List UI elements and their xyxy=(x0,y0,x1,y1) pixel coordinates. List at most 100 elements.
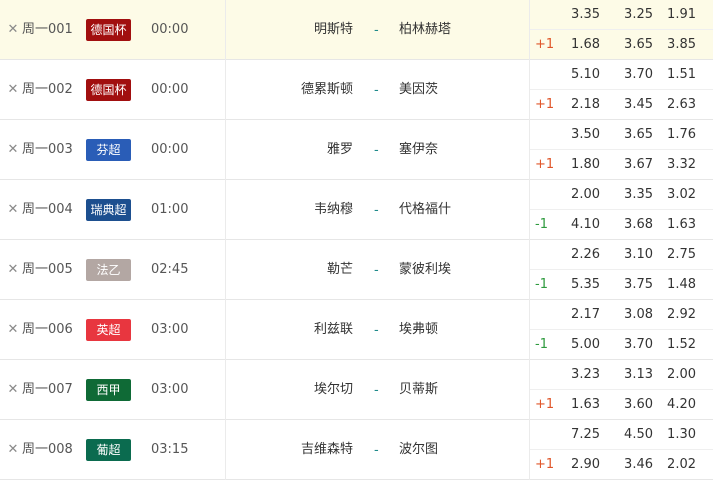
close-icon[interactable]: ✕ xyxy=(6,180,20,240)
odds-home-win[interactable]: 2.26 xyxy=(556,240,600,270)
league-badge[interactable]: 德国杯 xyxy=(86,79,131,101)
match-list: ✕ 周一001 德国杯 00:00 明斯特 - 柏林赫塔 3.35 3.25 1… xyxy=(0,0,713,480)
home-team[interactable]: 勒芒 xyxy=(327,240,353,300)
home-team[interactable]: 雅罗 xyxy=(327,120,353,180)
odds-home-win[interactable]: 5.10 xyxy=(556,60,600,90)
handicap-odds-draw[interactable]: 3.46 xyxy=(609,450,653,480)
handicap-odds-draw[interactable]: 3.45 xyxy=(609,90,653,120)
league-badge[interactable]: 瑞典超 xyxy=(86,199,131,221)
handicap-odds-away-win[interactable]: 2.02 xyxy=(652,450,696,480)
close-icon[interactable]: ✕ xyxy=(6,60,20,120)
home-team[interactable]: 利兹联 xyxy=(314,300,353,360)
odds-cell: 2.26 3.10 2.75 -1 5.35 3.75 1.48 xyxy=(530,240,713,300)
odds-draw[interactable]: 3.13 xyxy=(609,360,653,390)
handicap-odds-home-win[interactable]: 1.63 xyxy=(556,390,600,420)
home-team[interactable]: 埃尔切 xyxy=(314,360,353,420)
handicap-odds-away-win[interactable]: 3.32 xyxy=(652,150,696,180)
close-icon[interactable]: ✕ xyxy=(6,420,20,480)
handicap-odds-away-win[interactable]: 3.85 xyxy=(652,30,696,60)
vs-dash: - xyxy=(374,203,379,218)
handicap-odds-home-win[interactable]: 5.35 xyxy=(556,270,600,300)
handicap-odds-draw[interactable]: 3.70 xyxy=(609,330,653,360)
odds-away-win[interactable]: 2.00 xyxy=(652,360,696,390)
teams-cell: 勒芒 - 蒙彼利埃 xyxy=(225,240,530,300)
handicap-value: -1 xyxy=(535,217,548,232)
match-time: 00:00 xyxy=(151,22,189,37)
handicap-odds-home-win[interactable]: 5.00 xyxy=(556,330,600,360)
odds-cell: 2.00 3.35 3.02 -1 4.10 3.68 1.63 xyxy=(530,180,713,240)
home-team[interactable]: 吉维森特 xyxy=(301,420,353,480)
away-team[interactable]: 贝蒂斯 xyxy=(399,360,438,420)
teams-cell: 韦纳穆 - 代格福什 xyxy=(225,180,530,240)
close-icon[interactable]: ✕ xyxy=(6,360,20,420)
close-icon[interactable]: ✕ xyxy=(6,240,20,300)
odds-line: 2.00 3.35 3.02 xyxy=(530,180,713,210)
away-team[interactable]: 波尔图 xyxy=(399,420,438,480)
close-icon[interactable]: ✕ xyxy=(6,0,20,60)
home-team[interactable]: 德累斯顿 xyxy=(301,60,353,120)
away-team[interactable]: 埃弗顿 xyxy=(399,300,438,360)
match-number: 周一004 xyxy=(22,202,73,217)
match-number: 周一003 xyxy=(22,142,73,157)
handicap-odds-home-win[interactable]: 1.68 xyxy=(556,30,600,60)
match-row: ✕ 周一003 芬超 00:00 雅罗 - 塞伊奈 3.50 3.65 1.76… xyxy=(0,120,713,180)
odds-draw[interactable]: 3.25 xyxy=(609,0,653,30)
league-badge[interactable]: 法乙 xyxy=(86,259,131,281)
odds-home-win[interactable]: 2.00 xyxy=(556,180,600,210)
match-time: 03:00 xyxy=(151,322,189,337)
odds-home-win[interactable]: 3.50 xyxy=(556,120,600,150)
close-icon[interactable]: ✕ xyxy=(6,120,20,180)
league-badge[interactable]: 德国杯 xyxy=(86,19,131,41)
home-team[interactable]: 明斯特 xyxy=(314,0,353,60)
match-row: ✕ 周一005 法乙 02:45 勒芒 - 蒙彼利埃 2.26 3.10 2.7… xyxy=(0,240,713,300)
handicap-value: -1 xyxy=(535,337,548,352)
odds-home-win[interactable]: 3.35 xyxy=(556,0,600,30)
handicap-odds-away-win[interactable]: 1.48 xyxy=(652,270,696,300)
handicap-odds-home-win[interactable]: 4.10 xyxy=(556,210,600,240)
away-team[interactable]: 塞伊奈 xyxy=(399,120,438,180)
handicap-odds-draw[interactable]: 3.75 xyxy=(609,270,653,300)
handicap-odds-line: +1 1.68 3.65 3.85 xyxy=(530,30,713,60)
handicap-odds-home-win[interactable]: 2.18 xyxy=(556,90,600,120)
odds-away-win[interactable]: 1.51 xyxy=(652,60,696,90)
handicap-odds-draw[interactable]: 3.65 xyxy=(609,30,653,60)
odds-away-win[interactable]: 1.91 xyxy=(652,0,696,30)
odds-home-win[interactable]: 3.23 xyxy=(556,360,600,390)
odds-home-win[interactable]: 7.25 xyxy=(556,420,600,450)
handicap-odds-home-win[interactable]: 1.80 xyxy=(556,150,600,180)
league-badge[interactable]: 英超 xyxy=(86,319,131,341)
odds-away-win[interactable]: 1.76 xyxy=(652,120,696,150)
match-number: 周一006 xyxy=(22,322,73,337)
away-team[interactable]: 蒙彼利埃 xyxy=(399,240,451,300)
handicap-odds-draw[interactable]: 3.67 xyxy=(609,150,653,180)
handicap-odds-draw[interactable]: 3.60 xyxy=(609,390,653,420)
handicap-odds-away-win[interactable]: 4.20 xyxy=(652,390,696,420)
odds-away-win[interactable]: 1.30 xyxy=(652,420,696,450)
handicap-odds-draw[interactable]: 3.68 xyxy=(609,210,653,240)
home-team[interactable]: 韦纳穆 xyxy=(314,180,353,240)
handicap-odds-away-win[interactable]: 2.63 xyxy=(652,90,696,120)
handicap-odds-away-win[interactable]: 1.52 xyxy=(652,330,696,360)
league-badge[interactable]: 葡超 xyxy=(86,439,131,461)
odds-draw[interactable]: 3.65 xyxy=(609,120,653,150)
close-icon[interactable]: ✕ xyxy=(6,300,20,360)
odds-away-win[interactable]: 2.92 xyxy=(652,300,696,330)
handicap-odds-line: -1 5.00 3.70 1.52 xyxy=(530,330,713,360)
away-team[interactable]: 美因茨 xyxy=(399,60,438,120)
league-badge[interactable]: 芬超 xyxy=(86,139,131,161)
handicap-odds-away-win[interactable]: 1.63 xyxy=(652,210,696,240)
odds-draw[interactable]: 3.35 xyxy=(609,180,653,210)
odds-away-win[interactable]: 2.75 xyxy=(652,240,696,270)
odds-draw[interactable]: 3.70 xyxy=(609,60,653,90)
odds-draw[interactable]: 4.50 xyxy=(609,420,653,450)
match-row: ✕ 周一002 德国杯 00:00 德累斯顿 - 美因茨 5.10 3.70 1… xyxy=(0,60,713,120)
odds-draw[interactable]: 3.10 xyxy=(609,240,653,270)
league-badge[interactable]: 西甲 xyxy=(86,379,131,401)
away-team[interactable]: 柏林赫塔 xyxy=(399,0,451,60)
handicap-odds-home-win[interactable]: 2.90 xyxy=(556,450,600,480)
odds-away-win[interactable]: 3.02 xyxy=(652,180,696,210)
away-team[interactable]: 代格福什 xyxy=(399,180,451,240)
odds-home-win[interactable]: 2.17 xyxy=(556,300,600,330)
match-time: 01:00 xyxy=(151,202,189,217)
odds-draw[interactable]: 3.08 xyxy=(609,300,653,330)
